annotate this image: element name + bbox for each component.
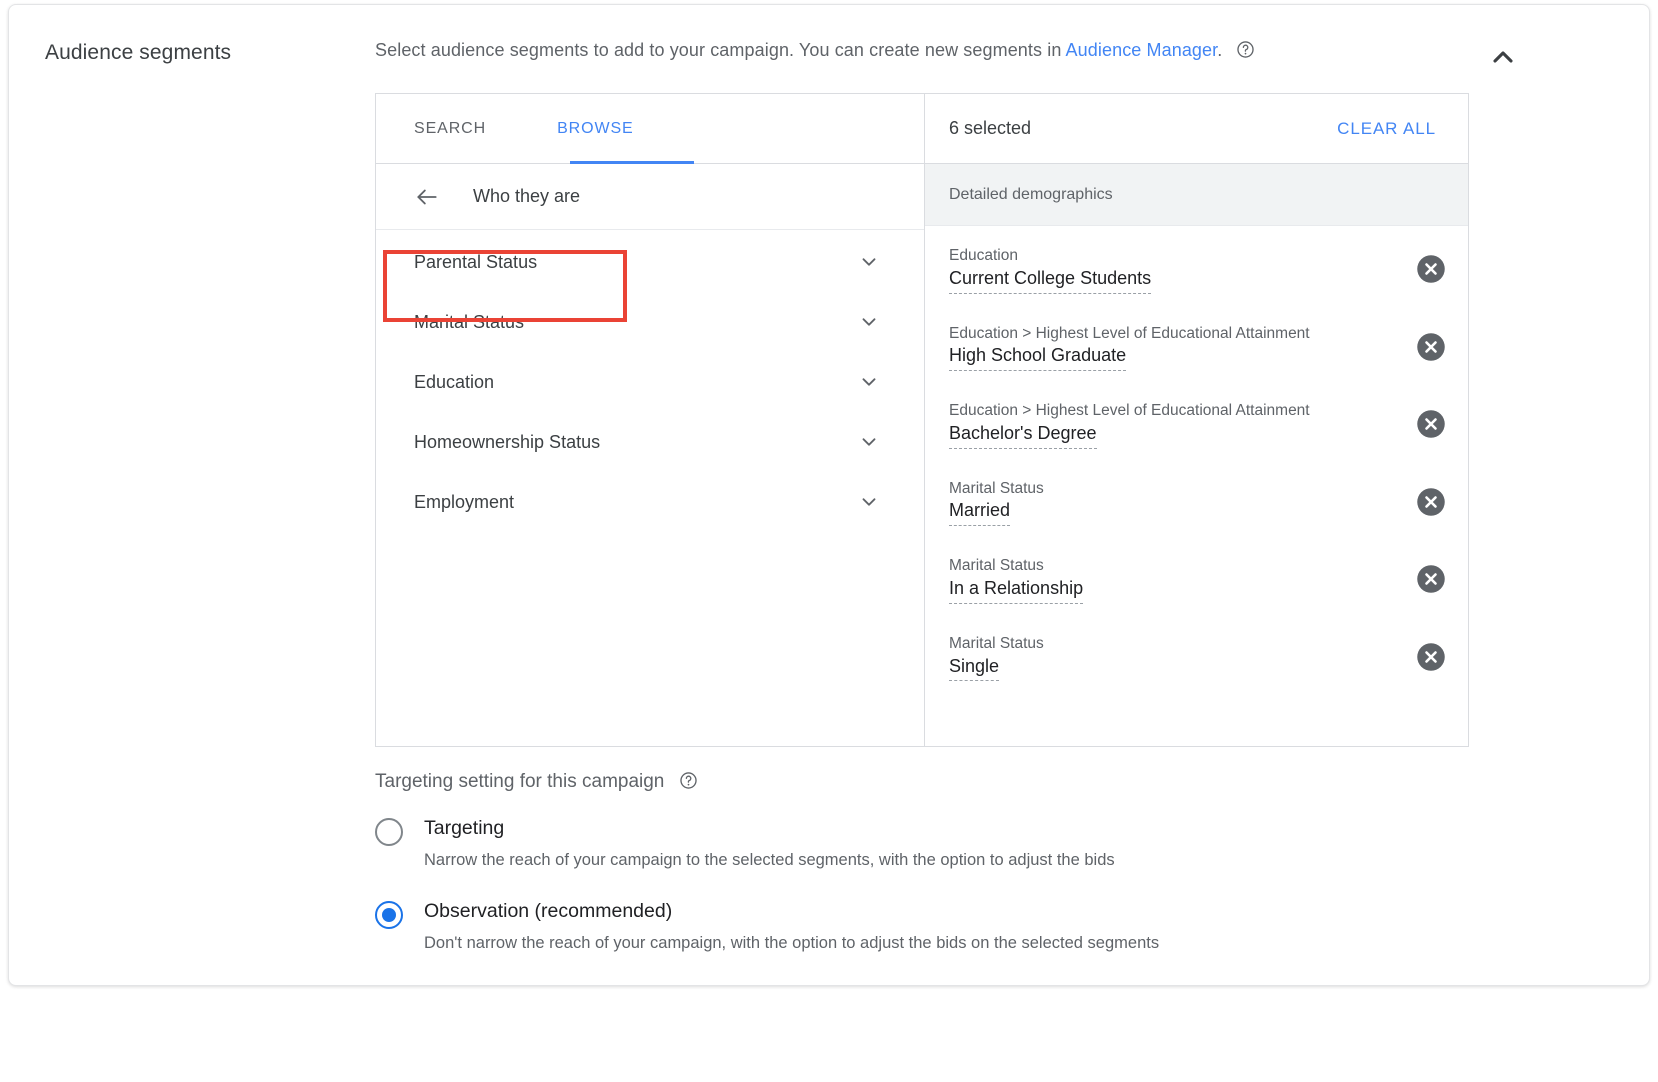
clear-all-button[interactable]: CLEAR ALL: [1327, 113, 1446, 145]
close-circle-icon[interactable]: [1416, 642, 1446, 672]
help-circle-icon[interactable]: [1236, 40, 1255, 59]
browse-column: SEARCH BROWSE Who they are Parental Stat…: [376, 94, 925, 746]
tab-browse[interactable]: BROWSE: [557, 94, 634, 164]
segment-path: Marital Status: [949, 634, 1044, 652]
segment-path: Education: [949, 247, 1018, 264]
audience-segments-panel: Audience segments Select audience segmen…: [8, 4, 1650, 986]
chevron-down-icon[interactable]: [858, 251, 880, 273]
segment-name: Married: [949, 500, 1011, 527]
category-label: Homeownership Status: [414, 431, 601, 452]
radio-description-observation: Don't narrow the reach of your campaign,…: [424, 934, 1160, 953]
radio-label-targeting[interactable]: Targeting: [424, 817, 1115, 840]
close-circle-icon[interactable]: [1416, 254, 1446, 284]
category-item-education[interactable]: Education: [376, 352, 924, 412]
list-item: Education > Highest Level of Educational…: [925, 308, 1468, 386]
list-item: Marital Status In a Relationship: [925, 540, 1468, 618]
chevron-down-icon[interactable]: [858, 491, 880, 513]
segment-name: In a Relationship: [949, 578, 1084, 604]
audience-manager-link[interactable]: Audience Manager: [1066, 40, 1218, 60]
segment-path: Education > Highest Level of Educational…: [949, 324, 1310, 342]
segment-path: Marital Status: [949, 557, 1044, 575]
description-suffix: .: [1217, 40, 1223, 60]
close-circle-icon[interactable]: [1416, 487, 1446, 517]
picker-tabs: SEARCH BROWSE: [376, 94, 924, 164]
radio-label-observation[interactable]: Observation (recommended): [424, 900, 1159, 923]
close-circle-icon[interactable]: [1416, 332, 1446, 362]
close-circle-icon[interactable]: [1416, 409, 1446, 439]
chevron-down-icon[interactable]: [858, 311, 880, 333]
radio-option-targeting[interactable]: Targeting Narrow the reach of your campa…: [375, 817, 1159, 872]
chevron-up-icon[interactable]: [1487, 41, 1519, 73]
category-item-parental-status[interactable]: Parental Status: [376, 232, 924, 292]
category-label: Education: [414, 371, 495, 392]
segment-name: Single: [949, 656, 1000, 682]
selected-header: 6 selected CLEAR ALL: [925, 94, 1468, 164]
breadcrumb-back-row[interactable]: Who they are: [376, 164, 924, 230]
section-description: Select audience segments to add to your …: [375, 40, 1255, 61]
list-item: Marital Status Single: [925, 618, 1468, 696]
targeting-title-text: Targeting setting for this campaign: [375, 771, 665, 792]
targeting-setting-title: Targeting setting for this campaign: [375, 771, 1159, 793]
selected-segments-column: 6 selected CLEAR ALL Detailed demographi…: [925, 94, 1468, 746]
chevron-down-icon[interactable]: [858, 431, 880, 453]
category-item-homeownership-status[interactable]: Homeownership Status: [376, 412, 924, 472]
category-label: Marital Status: [414, 311, 525, 332]
selected-segment-list: Education Current College Students Educa…: [925, 226, 1468, 695]
radio-option-observation[interactable]: Observation (recommended) Don't narrow t…: [375, 900, 1159, 955]
targeting-setting-section: Targeting setting for this campaign Targ…: [375, 771, 1159, 983]
list-item: Marital Status Married: [925, 463, 1468, 541]
arrow-left-icon[interactable]: [414, 184, 440, 210]
page-title: Audience segments: [45, 41, 232, 64]
segment-picker: SEARCH BROWSE Who they are Parental Stat…: [375, 93, 1469, 747]
list-item: Education Current College Students: [925, 230, 1468, 308]
list-item: Education > Highest Level of Educational…: [925, 385, 1468, 463]
segment-path: Education > Highest Level of Educational…: [949, 402, 1310, 420]
breadcrumb-label: Who they are: [473, 186, 581, 206]
close-circle-icon[interactable]: [1416, 564, 1446, 594]
category-list: Parental Status Marital Status Education: [376, 230, 924, 532]
help-circle-icon[interactable]: [679, 771, 698, 790]
radio-button-targeting[interactable]: [375, 818, 403, 846]
tab-search[interactable]: SEARCH: [414, 94, 486, 164]
radio-button-observation[interactable]: [375, 900, 403, 929]
radio-description-targeting: Narrow the reach of your campaign to the…: [424, 851, 1115, 870]
segment-path: Marital Status: [949, 479, 1044, 497]
description-prefix: Select audience segments to add to your …: [375, 40, 1066, 60]
chevron-down-icon[interactable]: [858, 371, 880, 393]
category-label: Employment: [414, 491, 515, 512]
segment-name: Bachelor's Degree: [949, 423, 1097, 449]
category-label: Parental Status: [414, 251, 538, 272]
segment-name: High School Graduate: [949, 345, 1127, 372]
category-item-marital-status[interactable]: Marital Status: [376, 292, 924, 352]
selected-group-header: Detailed demographics: [925, 164, 1468, 226]
selected-count: 6 selected: [949, 118, 1032, 138]
category-item-employment[interactable]: Employment: [376, 472, 924, 532]
segment-name: Current College Students: [949, 268, 1152, 294]
